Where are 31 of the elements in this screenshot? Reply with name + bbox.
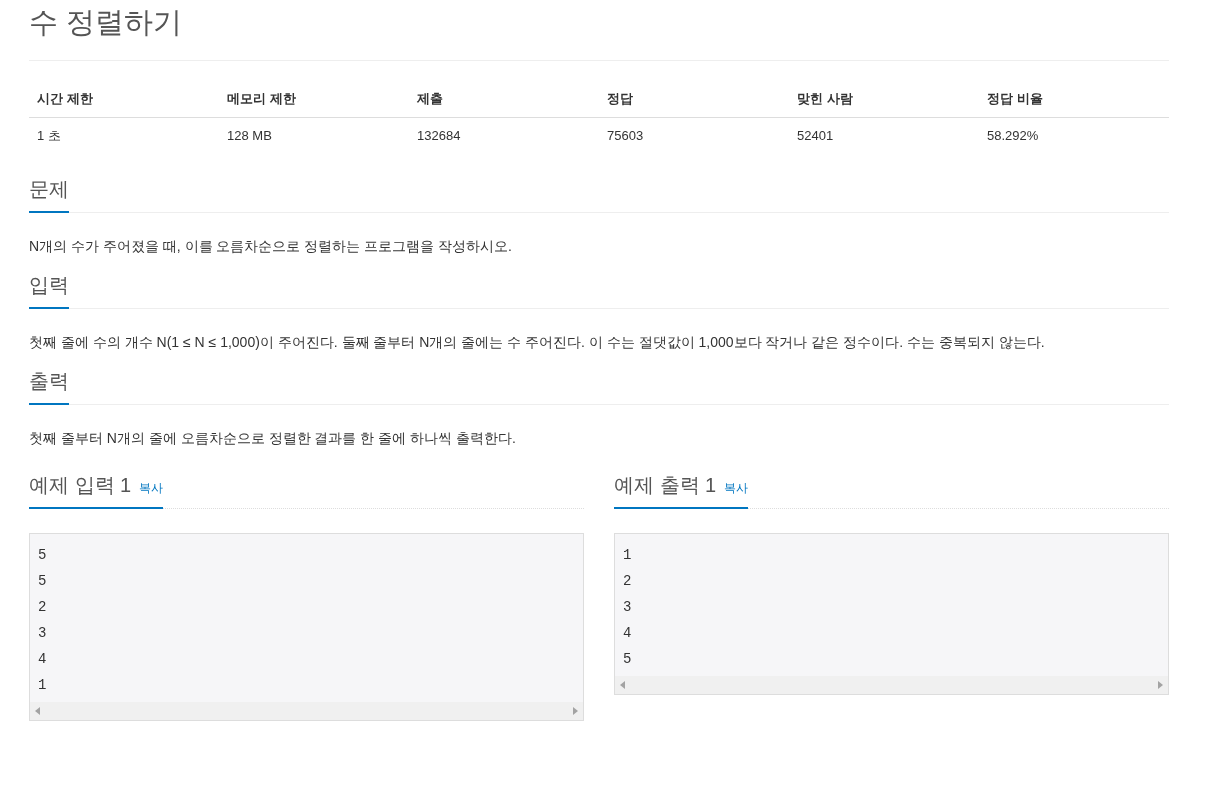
column-header: 맞힌 사람 xyxy=(797,91,853,106)
copy-link[interactable]: 복사 xyxy=(724,479,749,499)
copy-link[interactable]: 복사 xyxy=(139,479,164,499)
sample-heading: 예제 입력 1 xyxy=(29,473,132,498)
scroll-left-icon[interactable] xyxy=(35,707,40,715)
table-cell: 52401 xyxy=(797,127,834,143)
section-text: 첫째 줄에 수의 개수 N(1 ≤ N ≤ 1,000)이 주어진다. 둘째 줄부터 N개의 줄에는 수 주어진다. 이 수는 절댓값이 1,000보다 작거나 같은 정수이다. 수는 중복되지 않는다. xyxy=(29,333,1046,352)
column-header: 메모리 제한 xyxy=(227,91,296,106)
column-header: 제출 xyxy=(417,91,443,106)
section-heading: 입력 xyxy=(29,271,69,309)
sample-text: 1 2 3 4 5 xyxy=(622,546,633,669)
section-text: 첫째 줄부터 N개의 줄에 오름차순으로 정렬한 결과를 한 줄에 하나씩 출력한다. xyxy=(29,429,517,448)
sample-heading: 예제 출력 1 xyxy=(614,473,717,498)
scroll-right-icon[interactable] xyxy=(573,707,578,715)
horizontal-scrollbar[interactable] xyxy=(30,702,583,720)
table-cell: 58.292% xyxy=(987,127,1039,143)
table-cell: 128 MB xyxy=(227,127,272,143)
table-cell: 132684 xyxy=(417,127,461,143)
column-header: 정답 xyxy=(607,91,633,106)
section-heading: 문제 xyxy=(29,175,69,213)
table-cell: 1 초 xyxy=(37,127,61,143)
column-header: 시간 제한 xyxy=(37,91,93,106)
section-heading: 출력 xyxy=(29,367,69,405)
section-text: N개의 수가 주어졌을 때, 이를 오름차순으로 정렬하는 프로그램을 작성하시오. xyxy=(29,237,513,256)
scroll-left-icon[interactable] xyxy=(620,681,625,689)
problem-title: 수 정렬하기 xyxy=(29,5,183,40)
scroll-right-icon[interactable] xyxy=(1158,681,1163,689)
table-cell: 75603 xyxy=(607,127,644,143)
horizontal-scrollbar[interactable] xyxy=(615,676,1168,694)
column-header: 정답 비율 xyxy=(987,91,1043,106)
sample-text: 5 5 2 3 4 1 xyxy=(37,546,48,695)
